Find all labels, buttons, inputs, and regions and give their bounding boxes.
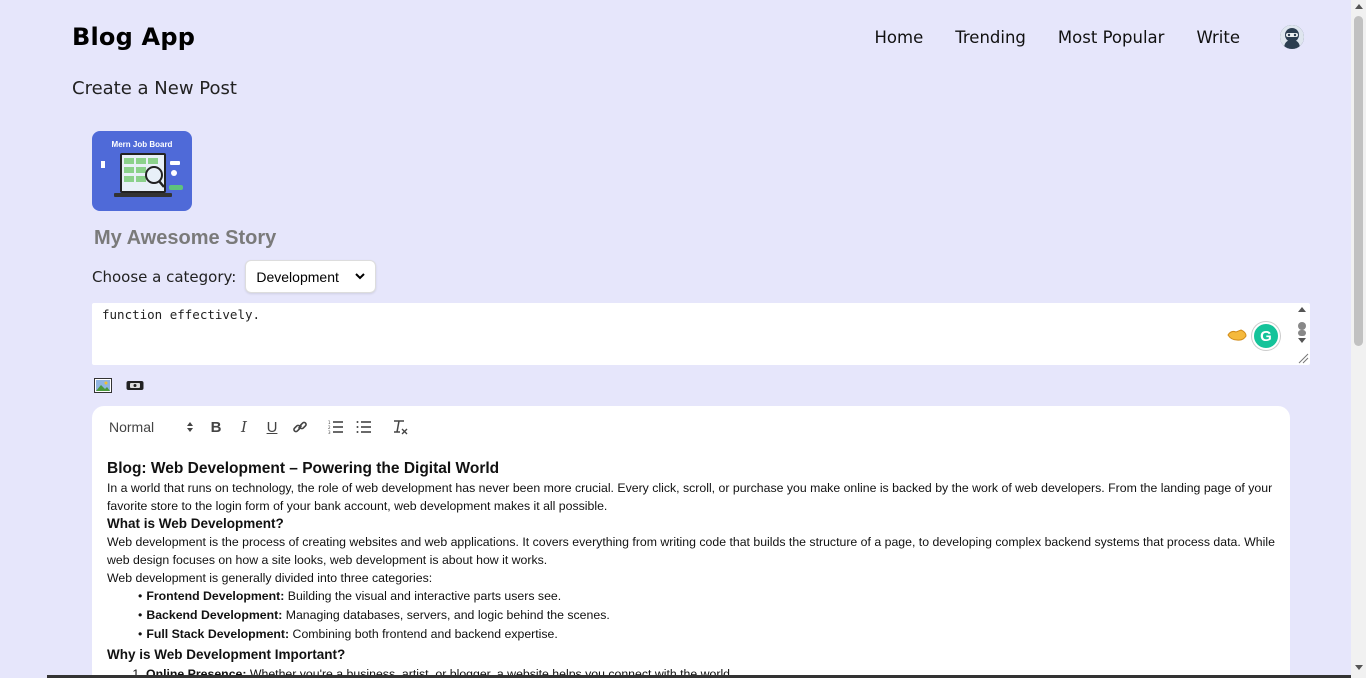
ordered-list-icon: 123 [328, 420, 343, 434]
bold-button[interactable]: B [202, 416, 230, 438]
media-toolbar [94, 378, 144, 393]
content-heading: Blog: Web Development – Powering the Dig… [107, 460, 500, 477]
bullet-list-button[interactable] [350, 416, 378, 438]
nav-most-popular[interactable]: Most Popular [1058, 28, 1165, 47]
handshake-icon[interactable] [1227, 327, 1247, 343]
description-textarea[interactable]: function effectively. [92, 303, 1310, 365]
list-item: Full Stack Development: Combining both f… [138, 625, 1277, 644]
chevron-down-icon [355, 273, 366, 280]
description-scrollbar[interactable] [1294, 303, 1310, 365]
svg-text:3: 3 [328, 430, 331, 434]
clear-format-button[interactable] [386, 416, 414, 438]
list-item: Backend Development: Managing databases,… [138, 606, 1277, 625]
editor-toolbar: Normal B I U 123 [108, 416, 414, 438]
video-upload-icon[interactable] [126, 378, 144, 393]
scroll-down-arrow-icon[interactable] [1355, 665, 1363, 670]
link-icon [293, 421, 307, 433]
nav-links: Home Trending Most Popular Write [875, 25, 1304, 49]
format-select-value: Normal [109, 419, 155, 435]
page-title: Create a New Post [72, 78, 237, 99]
underline-button[interactable]: U [258, 416, 286, 438]
navbar: Blog App Home Trending Most Popular Writ… [72, 18, 1304, 56]
updown-arrows-icon [187, 422, 193, 432]
nav-home[interactable]: Home [875, 28, 924, 47]
clear-format-icon [394, 420, 408, 435]
content-paragraph: In a world that runs on technology, the … [107, 481, 1273, 513]
category-selected-value: Development [256, 268, 339, 285]
cover-image[interactable]: Mern Job Board [92, 131, 192, 211]
italic-button[interactable]: I [230, 416, 258, 438]
scrollbar-thumb[interactable] [1354, 16, 1363, 346]
avatar-icon[interactable] [1280, 25, 1304, 49]
ordered-list-button[interactable]: 123 [322, 416, 350, 438]
laptop-illustration [101, 153, 183, 197]
link-button[interactable] [286, 416, 314, 438]
page-scrollbar[interactable] [1351, 0, 1366, 678]
scroll-up-arrow-icon[interactable] [1355, 4, 1363, 9]
nav-write[interactable]: Write [1196, 28, 1240, 47]
content-subheading: What is Web Development? [107, 516, 284, 531]
post-title-input[interactable] [92, 224, 592, 252]
brand-logo[interactable]: Blog App [72, 23, 195, 51]
content-bullet-list: Frontend Development: Building the visua… [107, 587, 1277, 644]
editor-content[interactable]: Blog: Web Development – Powering the Dig… [107, 459, 1277, 678]
category-row: Choose a category: Development [92, 260, 377, 293]
category-select[interactable]: Development [245, 260, 377, 293]
format-select[interactable]: Normal [108, 419, 194, 435]
content-paragraph: Web development is the process of creati… [107, 535, 1275, 567]
list-item: Frontend Development: Building the visua… [138, 587, 1277, 606]
content-paragraph: Web development is generally divided int… [107, 571, 433, 585]
category-label: Choose a category: [92, 267, 237, 286]
image-upload-icon[interactable] [94, 378, 112, 393]
bullet-list-icon [356, 421, 371, 433]
nav-trending[interactable]: Trending [955, 28, 1026, 47]
rich-text-editor[interactable]: Normal B I U 123 Blog: Web Development –… [92, 406, 1290, 678]
content-subheading: Why is Web Development Important? [107, 647, 346, 662]
grammarly-icon[interactable]: G [1252, 322, 1280, 350]
